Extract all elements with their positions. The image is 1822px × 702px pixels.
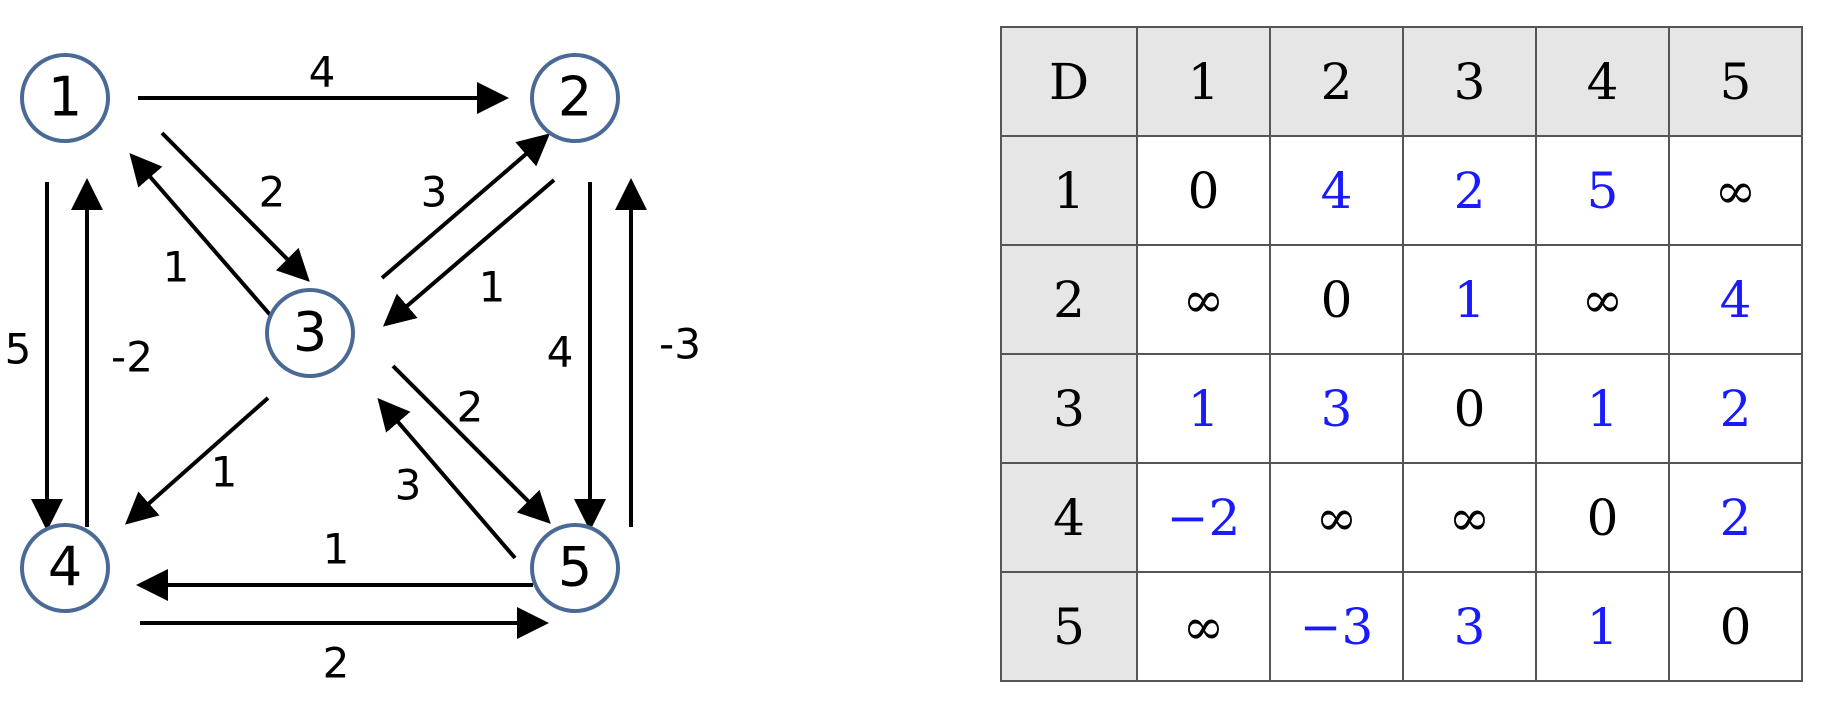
table-row: 5 ∞ −3 3 1 0	[1000, 571, 1803, 682]
edge-weight-3-to-5: 2	[457, 383, 484, 432]
edge-weight-4-to-5: 2	[323, 639, 350, 688]
distance-cell: 2	[1668, 462, 1803, 573]
edge-weight-3-to-4: 1	[211, 448, 238, 497]
distance-cell: 3	[1269, 353, 1404, 464]
distance-cell: 2	[1668, 353, 1803, 464]
table-row: 2 ∞ 0 1 ∞ 4	[1000, 244, 1803, 355]
table-header-row: D 1 2 3 4 5	[1000, 26, 1803, 137]
row-header: 1	[1000, 135, 1138, 246]
distance-cell: ∞	[1402, 462, 1537, 573]
directed-graph: 4215 -2314 -312312 1 234 5	[5, 48, 701, 688]
node-label-2: 2	[558, 66, 592, 129]
edge-3-to-4	[125, 396, 270, 525]
table-row: 4 −2 ∞ ∞ 0 2	[1000, 462, 1803, 573]
edge-weight-1-to-3: 2	[259, 168, 286, 217]
table-row: 1 0 4 2 5 ∞	[1000, 135, 1803, 246]
distance-cell: 0	[1535, 462, 1670, 573]
distance-cell: ∞	[1136, 244, 1271, 355]
node-label-4: 4	[48, 536, 82, 599]
distance-cell: ∞	[1269, 462, 1404, 573]
distance-cell: 0	[1402, 353, 1537, 464]
row-header: 5	[1000, 571, 1138, 682]
distance-matrix-table: D 1 2 3 4 5 1 0 4 2 5 ∞ 2 ∞ 0 1 ∞ 4 3 1 3 0 1 2 4 −2 ∞ ∞ 0 2 5 ∞ −…	[1000, 26, 1803, 682]
column-header: 4	[1535, 26, 1670, 137]
edge-weight-2-to-3: 1	[479, 263, 506, 312]
distance-cell: 0	[1269, 244, 1404, 355]
edge-weight-1-to-2: 4	[309, 48, 336, 97]
edge-weight-5-to-4: 1	[323, 525, 350, 574]
distance-cell: −3	[1269, 571, 1404, 682]
edge-weight-3-to-2: 3	[421, 168, 448, 217]
distance-cell: 0	[1668, 571, 1803, 682]
edge-3-to-1	[129, 152, 274, 319]
row-header: 2	[1000, 244, 1138, 355]
node-label-3: 3	[293, 301, 327, 364]
edge-weight-5-to-2: -3	[659, 320, 701, 369]
edge-weight-5-to-3: 3	[395, 461, 422, 510]
distance-cell: 3	[1402, 571, 1537, 682]
edge-weight-4-to-1: -2	[111, 333, 153, 382]
distance-cell: 0	[1136, 135, 1271, 246]
distance-cell: 1	[1136, 353, 1271, 464]
distance-cell: 2	[1402, 135, 1537, 246]
table-row: 313012	[1000, 353, 1803, 464]
table-corner-cell: D	[1000, 26, 1138, 137]
node-label-5: 5	[558, 536, 592, 599]
distance-cell: 1	[1535, 353, 1670, 464]
column-header: 2	[1269, 26, 1404, 137]
edge-weight-3-to-1: 1	[163, 243, 190, 292]
distance-cell: ∞	[1668, 135, 1803, 246]
distance-cell: 5	[1535, 135, 1670, 246]
distance-cell: 4	[1269, 135, 1404, 246]
distance-cell: ∞	[1535, 244, 1670, 355]
distance-cell: 1	[1535, 571, 1670, 682]
column-header: 3	[1402, 26, 1537, 137]
row-header: 3	[1000, 353, 1138, 464]
distance-cell: ∞	[1136, 571, 1271, 682]
row-header: 4	[1000, 462, 1138, 573]
distance-cell: 4	[1668, 244, 1803, 355]
column-header: 5	[1668, 26, 1803, 137]
distance-cell: −2	[1136, 462, 1271, 573]
column-header: 1	[1136, 26, 1271, 137]
edge-weight-2-to-5: 4	[547, 328, 574, 377]
distance-cell: 1	[1402, 244, 1537, 355]
node-label-1: 1	[48, 66, 82, 129]
edge-weight-1-to-4: 5	[5, 325, 32, 374]
